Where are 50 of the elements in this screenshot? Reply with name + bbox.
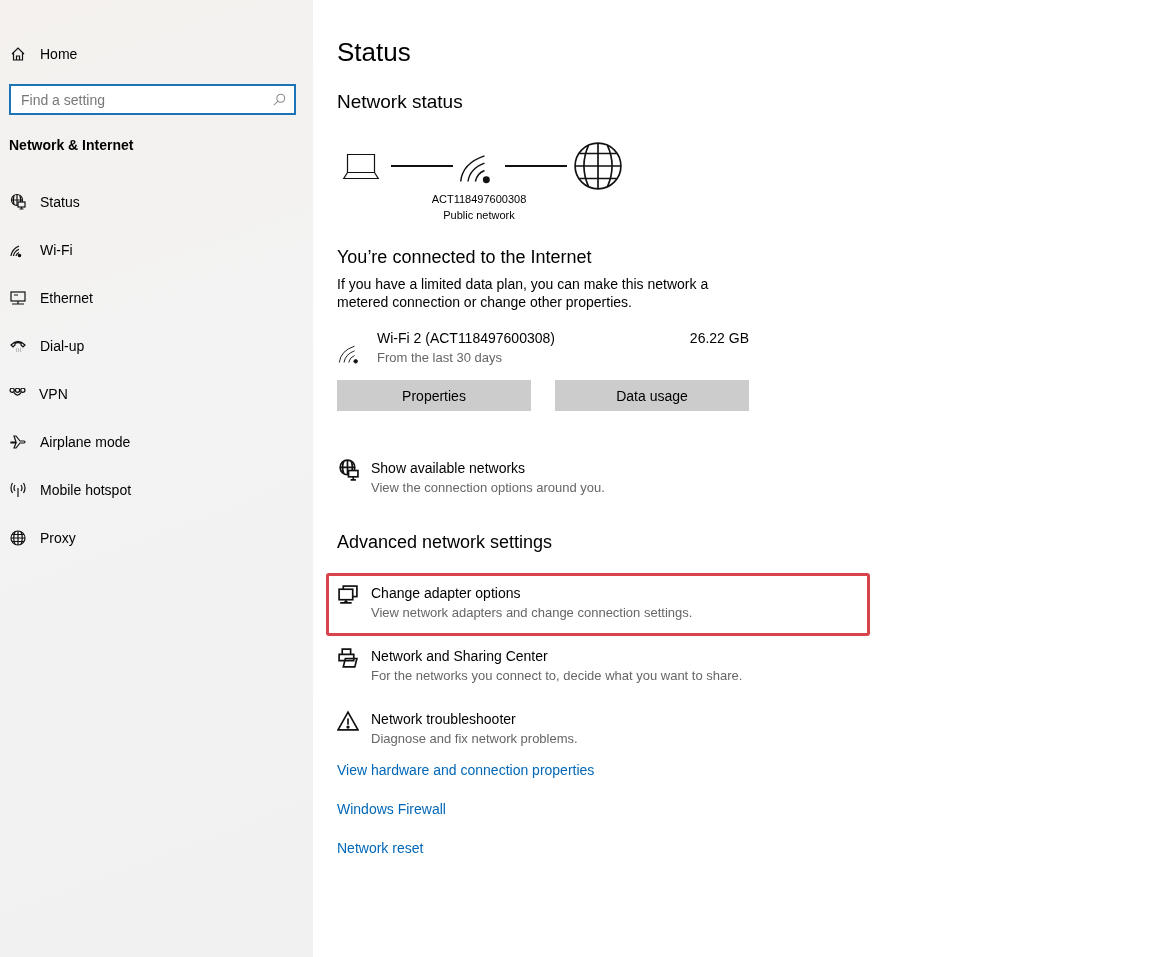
home-label: Home xyxy=(40,46,78,62)
sidebar-item[interactable]: Dial-up xyxy=(40,337,85,354)
option-title[interactable]: Show available networks xyxy=(371,459,605,478)
action-button[interactable]: Data usage xyxy=(555,380,749,411)
connection-heading: You’re connected to the Internet xyxy=(337,247,593,268)
globe-icon xyxy=(9,528,27,547)
globe-monitor-icon xyxy=(337,459,359,481)
network-type: Public network xyxy=(443,208,515,223)
sidebar-item[interactable]: VPN xyxy=(39,385,68,402)
section-heading: Network status xyxy=(337,91,464,113)
globe-monitor-icon xyxy=(9,192,27,211)
ethernet-icon xyxy=(9,288,27,307)
network-name: ACT118497600308 xyxy=(431,192,527,207)
printer-folder-icon xyxy=(337,647,359,669)
settings-link[interactable]: Windows Firewall xyxy=(337,801,446,817)
data-usage-amount: 26.22 GB xyxy=(689,329,749,348)
sidebar-item[interactable]: Proxy xyxy=(40,529,76,546)
connector-line xyxy=(505,165,567,167)
section-heading: Advanced network settings xyxy=(337,532,554,553)
option-title[interactable]: Change adapter options xyxy=(371,584,693,603)
search-field[interactable]: Find a setting xyxy=(21,86,272,113)
warning-icon xyxy=(337,710,359,732)
sidebar-item[interactable]: Status xyxy=(40,193,80,210)
option-description: For the networks you connect to, decide what you want to share. xyxy=(371,667,743,685)
settings-link[interactable]: View hardware and connection properties xyxy=(337,762,595,778)
search-box[interactable]: Find a setting xyxy=(9,84,296,115)
hotspot-icon xyxy=(9,480,27,499)
computer-network-icon xyxy=(337,584,359,606)
globe-icon xyxy=(573,141,623,191)
option-description: View the connection options around you. xyxy=(371,479,605,497)
section-title: Network & Internet xyxy=(9,137,135,153)
sidebar-item[interactable]: Airplane mode xyxy=(40,433,131,450)
page-title: Status xyxy=(337,37,412,68)
sidebar-item[interactable]: Mobile hotspot xyxy=(40,481,132,498)
search-icon xyxy=(272,92,286,107)
adapter-name: Wi-Fi 2 (ACT118497600308) xyxy=(377,329,556,348)
sidebar-item[interactable]: Wi-Fi xyxy=(40,241,73,258)
settings-link[interactable]: Network reset xyxy=(337,840,424,856)
sidebar-item[interactable]: Ethernet xyxy=(40,289,93,306)
option-description: Diagnose and fix network problems. xyxy=(371,730,578,748)
vpn-icon xyxy=(9,388,26,399)
connector-line xyxy=(391,165,453,167)
action-button[interactable]: Properties xyxy=(337,380,531,411)
option-description: View network adapters and change connection settings. xyxy=(371,604,693,622)
adapter-period: From the last 30 days xyxy=(377,349,503,367)
option-title[interactable]: Network troubleshooter xyxy=(371,710,578,729)
home-icon xyxy=(9,45,27,63)
connection-description: If you have a limited data plan, you can make this network a metered connection or change other properties. xyxy=(337,275,710,311)
option-title[interactable]: Network and Sharing Center xyxy=(371,647,743,666)
airplane-icon xyxy=(9,432,27,451)
